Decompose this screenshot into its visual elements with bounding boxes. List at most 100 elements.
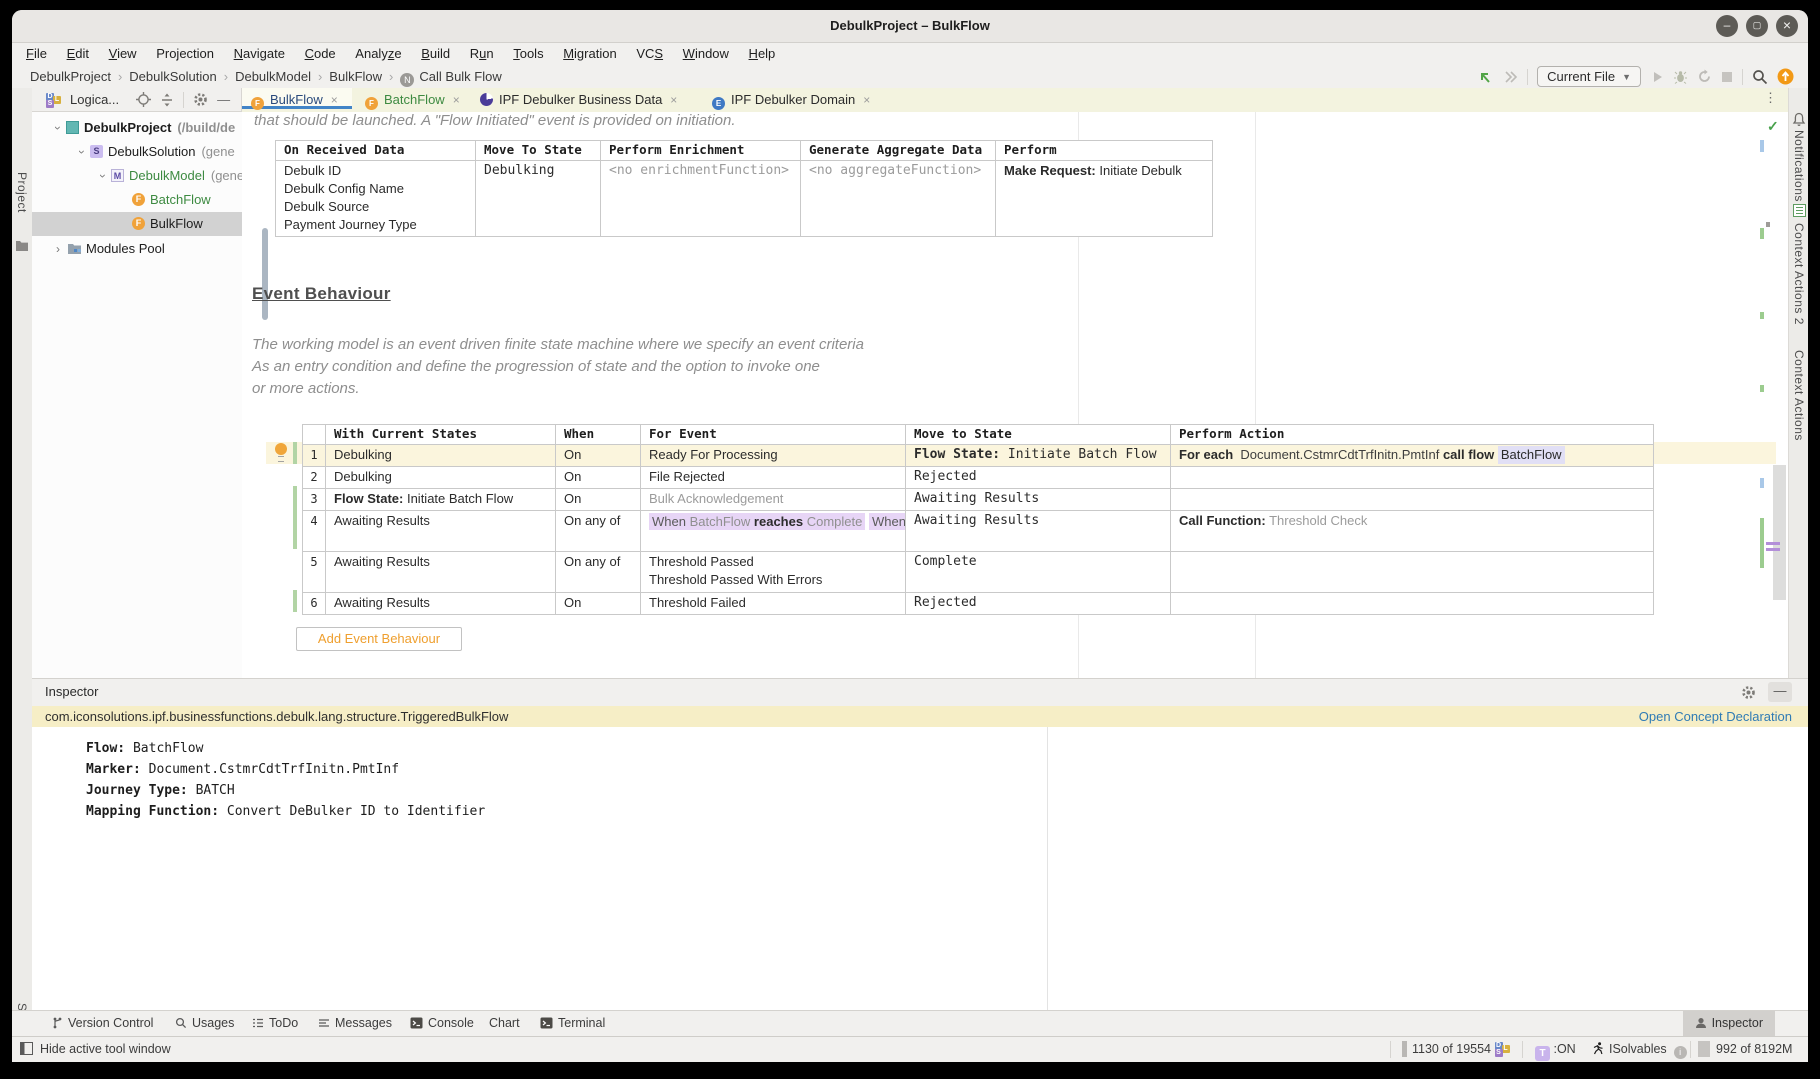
toolwindow-inspector-tab[interactable]: Inspector bbox=[1683, 1011, 1775, 1036]
tab-options-icon[interactable]: ⋮ bbox=[1764, 90, 1777, 106]
rerun-icon[interactable] bbox=[1697, 69, 1712, 84]
toolwindow-console[interactable]: Console bbox=[410, 1011, 474, 1036]
stop-icon[interactable] bbox=[1721, 71, 1733, 83]
editor-pane[interactable]: that should be launched. A "Flow Initiat… bbox=[242, 112, 1788, 678]
menu-edit[interactable]: Edit bbox=[59, 43, 97, 65]
breadcrumb-leaf[interactable]: Call Bulk Flow bbox=[419, 69, 501, 84]
project-folder-icon[interactable] bbox=[16, 240, 28, 251]
menu-code[interactable]: Code bbox=[297, 43, 344, 65]
tool-stripe-project[interactable]: Project bbox=[15, 172, 29, 213]
debug-icon[interactable] bbox=[1673, 69, 1688, 84]
flow-reference-chip[interactable]: BatchFlow bbox=[1498, 446, 1565, 464]
tree-item-debulkproject[interactable]: › DebulkProject(/build/de bbox=[32, 116, 242, 140]
stripe-mark[interactable] bbox=[1766, 542, 1780, 545]
title-bar[interactable]: DebulkProject – BulkFlow – ▢ × bbox=[12, 10, 1808, 43]
menu-file[interactable]: File bbox=[18, 43, 55, 65]
info-circle-icon[interactable]: i bbox=[1674, 1046, 1687, 1059]
received-data-table: On Received Data Move To State Perform E… bbox=[275, 140, 1213, 237]
back-arrow-icon[interactable] bbox=[1477, 69, 1493, 85]
editor-scrollbar-thumb[interactable] bbox=[1773, 465, 1786, 600]
gear-icon[interactable] bbox=[193, 92, 208, 107]
tool-stripe-notifications[interactable]: Notifications bbox=[1792, 130, 1806, 202]
tab-ipf-debulker-domain[interactable]: EIPF Debulker Domain× bbox=[703, 88, 883, 111]
memory-indicator[interactable]: 992 of 8192M bbox=[1698, 1037, 1792, 1062]
tree-item-batchflow[interactable]: F BatchFlow bbox=[32, 188, 242, 212]
stripe-mark[interactable] bbox=[1766, 222, 1770, 227]
menu-navigate[interactable]: Navigate bbox=[226, 43, 293, 65]
tab-bulkflow[interactable]: FBulkFlow× bbox=[242, 88, 352, 109]
tool-stripe-context-actions[interactable]: Context Actions bbox=[1792, 350, 1806, 441]
stripe-mark[interactable] bbox=[1766, 548, 1780, 551]
close-button[interactable]: × bbox=[1776, 15, 1798, 37]
menu-analyze[interactable]: Analyze bbox=[347, 43, 409, 65]
add-event-behaviour-button[interactable]: Add Event Behaviour bbox=[296, 627, 462, 651]
toolwindow-chart[interactable]: Chart bbox=[489, 1011, 520, 1036]
event-criteria-chip[interactable]: When BatchFlow reaches Failed bbox=[869, 513, 906, 530]
toolwindow-version-control[interactable]: Version Control bbox=[52, 1011, 153, 1036]
breadcrumb-item[interactable]: DebulkModel bbox=[235, 69, 311, 84]
stripe-mark[interactable] bbox=[1760, 478, 1764, 488]
maximize-button[interactable]: ▢ bbox=[1746, 15, 1768, 37]
stripe-mark[interactable] bbox=[1760, 140, 1764, 152]
menu-tools[interactable]: Tools bbox=[505, 43, 551, 65]
tab-batchflow[interactable]: FBatchFlow× bbox=[356, 88, 468, 111]
menu-window[interactable]: Window bbox=[675, 43, 737, 65]
stripe-mark[interactable] bbox=[1760, 312, 1764, 319]
change-marker bbox=[293, 486, 297, 549]
breadcrumb-item[interactable]: DebulkProject bbox=[30, 69, 111, 84]
menu-projection[interactable]: Projection bbox=[148, 43, 222, 65]
toolwindow-messages[interactable]: Messages bbox=[318, 1011, 392, 1036]
menu-run[interactable]: Run bbox=[462, 43, 502, 65]
toolwindow-todo[interactable]: ToDo bbox=[252, 1011, 298, 1036]
close-tab-icon[interactable]: × bbox=[331, 93, 338, 107]
inspections-ok-icon[interactable]: ✓ bbox=[1767, 118, 1779, 135]
toolwindow-terminal[interactable]: Terminal bbox=[540, 1011, 605, 1036]
menu-view[interactable]: View bbox=[101, 43, 145, 65]
stripe-mark[interactable] bbox=[1760, 228, 1764, 239]
caret-position-widget[interactable]: 1130 of 19554 DLS bbox=[1402, 1037, 1510, 1062]
tab-ipf-debulker-business-data[interactable]: IPF Debulker Business Data× bbox=[471, 88, 697, 111]
menu-migration[interactable]: Migration bbox=[555, 43, 624, 65]
run-configuration-select[interactable]: Current File▼ bbox=[1537, 66, 1641, 87]
tree-item-debulksolution[interactable]: › S DebulkSolution(gene bbox=[32, 140, 242, 164]
tool-window-bar: Version Control Usages ToDo Messages Con… bbox=[12, 1010, 1808, 1036]
breadcrumb-item[interactable]: DebulkSolution bbox=[129, 69, 216, 84]
toolwindow-usages[interactable]: Usages bbox=[175, 1011, 234, 1036]
notifications-bell-icon[interactable] bbox=[1792, 112, 1806, 126]
isolvables-widget[interactable]: ISolvables i bbox=[1592, 1037, 1687, 1062]
locate-icon[interactable] bbox=[136, 92, 151, 107]
search-everywhere-icon[interactable] bbox=[1752, 69, 1768, 85]
close-tab-icon[interactable]: × bbox=[863, 93, 870, 107]
collapse-all-icon[interactable] bbox=[160, 93, 174, 107]
gear-icon[interactable] bbox=[1741, 685, 1756, 700]
toggle-toolwindow-icon[interactable] bbox=[20, 1037, 33, 1062]
project-view-tab[interactable]: Logica... bbox=[70, 92, 119, 107]
column-header: Perform Action bbox=[1171, 425, 1654, 445]
update-available-icon[interactable] bbox=[1777, 68, 1794, 85]
hide-panel-icon[interactable]: — bbox=[217, 92, 230, 107]
close-tab-icon[interactable]: × bbox=[670, 93, 677, 107]
run-icon[interactable] bbox=[1650, 70, 1664, 84]
intention-bulb-icon[interactable] bbox=[275, 443, 287, 455]
minimize-button[interactable]: – bbox=[1716, 15, 1738, 37]
tree-item-debulkmodel[interactable]: › M DebulkModel(gene bbox=[32, 164, 242, 188]
left-scroll-indicator[interactable] bbox=[262, 228, 268, 320]
breadcrumb-item[interactable]: BulkFlow bbox=[329, 69, 382, 84]
tool-stripe-context-actions-2[interactable]: Context Actions 2 bbox=[1792, 223, 1806, 325]
menu-help[interactable]: Help bbox=[741, 43, 784, 65]
stripe-mark[interactable] bbox=[1760, 385, 1764, 392]
tree-item-modules-pool[interactable]: › Modules Pool bbox=[32, 237, 242, 261]
context-actions2-icon[interactable] bbox=[1793, 204, 1806, 217]
chevron-right-icon[interactable]: › bbox=[56, 237, 60, 261]
menu-build[interactable]: Build bbox=[413, 43, 458, 65]
stripe-mark[interactable] bbox=[1760, 518, 1764, 568]
event-criteria-chip[interactable]: When BatchFlow reaches Complete bbox=[649, 513, 865, 530]
doc-paragraph: The working model is an event driven fin… bbox=[252, 334, 864, 400]
forward-arrow-icon[interactable] bbox=[1502, 69, 1518, 85]
open-concept-declaration-link[interactable]: Open Concept Declaration bbox=[1639, 706, 1792, 727]
menu-vcs[interactable]: VCS bbox=[628, 43, 671, 65]
hide-inspector-icon[interactable]: — bbox=[1768, 682, 1792, 702]
t-mode-widget[interactable]: T :ON bbox=[1535, 1037, 1576, 1062]
tree-item-bulkflow[interactable]: F BulkFlow bbox=[32, 212, 242, 236]
close-tab-icon[interactable]: × bbox=[453, 93, 460, 107]
